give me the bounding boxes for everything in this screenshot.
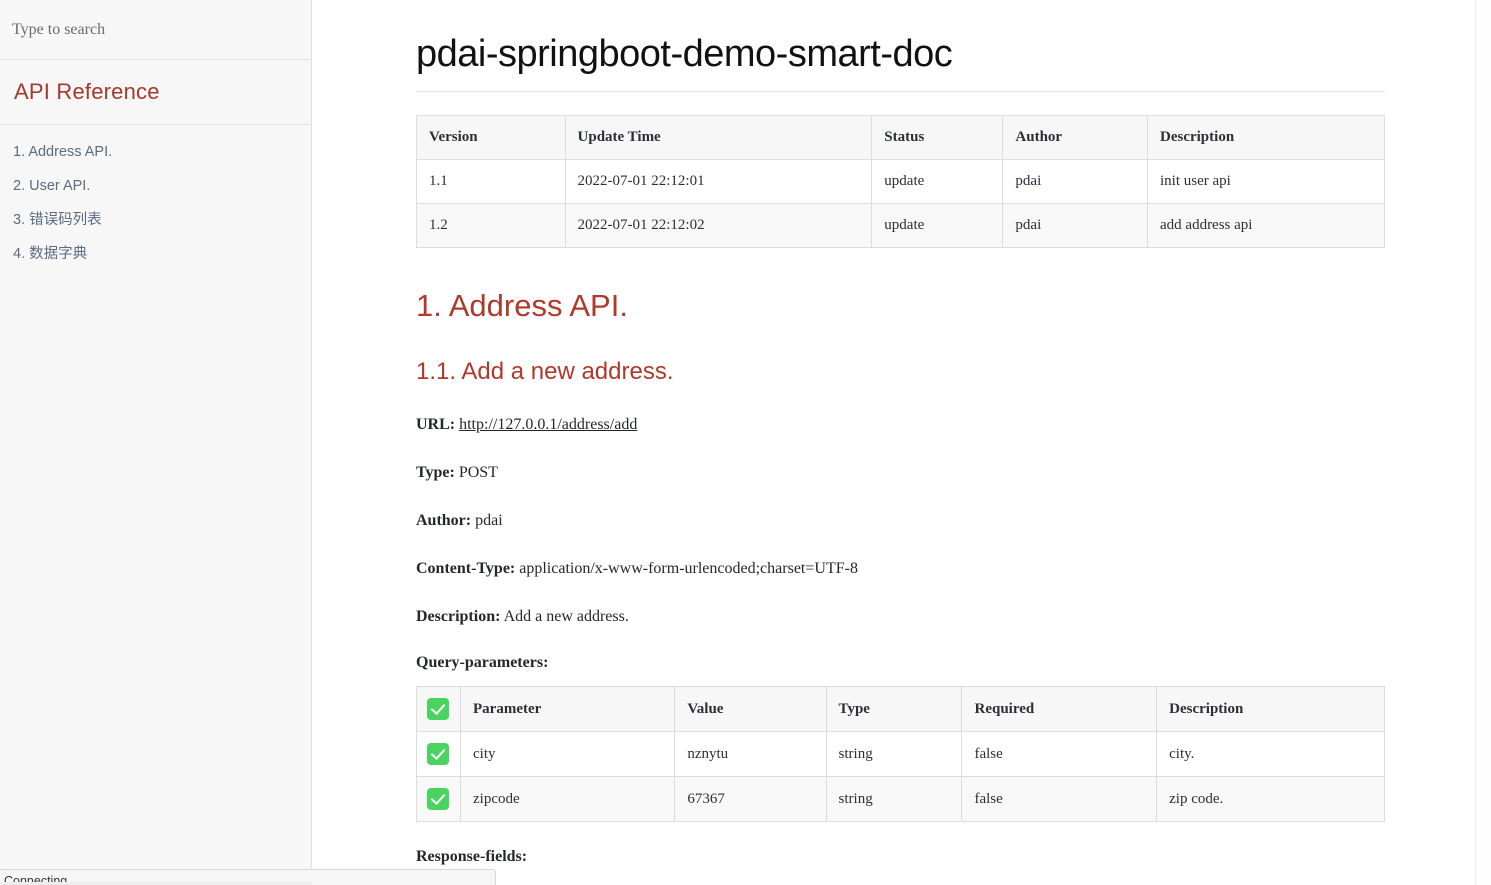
cell-type: string xyxy=(826,777,962,822)
table-header-row: Version Update Time Status Author Descri… xyxy=(417,116,1385,160)
cell-parameter: zipcode xyxy=(461,777,675,822)
meta-content-type-value: application/x-www-form-urlencoded;charse… xyxy=(519,560,858,577)
cell-description: init user api xyxy=(1148,160,1385,204)
cell-parameter: city xyxy=(461,732,675,777)
table-row: 1.2 2022-07-01 22:12:02 update pdai add … xyxy=(417,204,1385,248)
query-parameters-table: Parameter Value Type Required Descriptio… xyxy=(416,686,1385,822)
cell-status: update xyxy=(872,160,1003,204)
meta-type-value: POST xyxy=(459,464,498,481)
sidebar-link-address-api[interactable]: 1. Address API. xyxy=(13,144,112,161)
cell-version: 1.1 xyxy=(417,160,566,204)
cell-update-time: 2022-07-01 22:12:02 xyxy=(565,204,872,248)
cell-required: false xyxy=(962,732,1157,777)
table-row: city nznytu string false city. xyxy=(417,732,1385,777)
meta-url: URL: http://127.0.0.1/address/add xyxy=(416,414,1491,436)
cell-description: zip code. xyxy=(1157,777,1385,822)
sidebar-link-user-api[interactable]: 2. User API. xyxy=(13,178,90,195)
section-title-address-api: 1. Address API. xyxy=(416,286,1491,326)
cell-value: nznytu xyxy=(675,732,826,777)
sidebar-link-data-dictionary[interactable]: 4. 数据字典 xyxy=(13,246,87,263)
checkbox-row-icon[interactable] xyxy=(427,788,449,810)
meta-type: Type: POST xyxy=(416,462,1491,484)
checkbox-select-all-icon[interactable] xyxy=(427,698,449,720)
sidebar-item-data-dictionary[interactable]: 4. 数据字典 xyxy=(0,245,311,263)
table-header-row: Parameter Value Type Required Descriptio… xyxy=(417,687,1385,732)
cell-status: update xyxy=(872,204,1003,248)
checkbox-row-icon[interactable] xyxy=(427,743,449,765)
column-header-author: Author xyxy=(1003,116,1148,160)
title-divider xyxy=(416,91,1385,92)
meta-content-type-label: Content-Type: xyxy=(416,560,515,577)
meta-description: Description: Add a new address. xyxy=(416,606,1491,628)
meta-url-label: URL: xyxy=(416,416,455,433)
meta-content-type: Content-Type: application/x-www-form-url… xyxy=(416,558,1491,580)
column-header-select xyxy=(417,687,461,732)
table-row: 1.1 2022-07-01 22:12:01 update pdai init… xyxy=(417,160,1385,204)
sidebar-item-address-api[interactable]: 1. Address API. xyxy=(0,143,311,161)
column-header-description: Description xyxy=(1148,116,1385,160)
meta-description-label: Description: xyxy=(416,608,500,625)
cell-select xyxy=(417,732,461,777)
meta-author-value: pdai xyxy=(475,512,503,529)
vertical-scrollbar[interactable] xyxy=(1475,0,1491,885)
meta-description-value: Add a new address. xyxy=(504,608,629,625)
search-input[interactable] xyxy=(12,21,302,39)
meta-author: Author: pdai xyxy=(416,510,1491,532)
sidebar-item-error-codes[interactable]: 3. 错误码列表 xyxy=(0,211,311,229)
query-parameters-label: Query-parameters: xyxy=(416,654,1491,672)
url-link[interactable]: http://127.0.0.1/address/add xyxy=(459,416,637,433)
column-header-description: Description xyxy=(1157,687,1385,732)
cell-type: string xyxy=(826,732,962,777)
cell-author: pdai xyxy=(1003,160,1148,204)
version-table: Version Update Time Status Author Descri… xyxy=(416,115,1385,248)
sidebar-item-user-api[interactable]: 2. User API. xyxy=(0,177,311,195)
subsection-title-add-address: 1.1. Add a new address. xyxy=(416,356,1491,388)
column-header-parameter: Parameter xyxy=(461,687,675,732)
cell-version: 1.2 xyxy=(417,204,566,248)
api-reference-header: API Reference xyxy=(0,60,311,125)
api-reference-title: API Reference xyxy=(14,79,160,105)
cell-required: false xyxy=(962,777,1157,822)
response-fields-label: Response-fields: xyxy=(416,848,1491,866)
column-header-status: Status xyxy=(872,116,1003,160)
sidebar-link-error-codes[interactable]: 3. 错误码列表 xyxy=(13,212,102,229)
column-header-update-time: Update Time xyxy=(565,116,872,160)
cell-description: add address api xyxy=(1148,204,1385,248)
meta-type-label: Type: xyxy=(416,464,455,481)
app-root: API Reference 1. Address API. 2. User AP… xyxy=(0,0,1491,885)
cell-value: 67367 xyxy=(675,777,826,822)
column-header-value: Value xyxy=(675,687,826,732)
sidebar: API Reference 1. Address API. 2. User AP… xyxy=(0,0,312,885)
table-row: zipcode 67367 string false zip code. xyxy=(417,777,1385,822)
search-bar xyxy=(0,0,311,60)
column-header-version: Version xyxy=(417,116,566,160)
content-area: pdai-springboot-demo-smart-doc Version U… xyxy=(312,0,1491,885)
column-header-type: Type xyxy=(826,687,962,732)
cell-author: pdai xyxy=(1003,204,1148,248)
meta-author-label: Author: xyxy=(416,512,471,529)
sidebar-nav: 1. Address API. 2. User API. 3. 错误码列表 4.… xyxy=(0,125,311,263)
cell-update-time: 2022-07-01 22:12:01 xyxy=(565,160,872,204)
column-header-required: Required xyxy=(962,687,1157,732)
cell-select xyxy=(417,777,461,822)
cell-description: city. xyxy=(1157,732,1385,777)
page-title: pdai-springboot-demo-smart-doc xyxy=(416,26,1491,82)
